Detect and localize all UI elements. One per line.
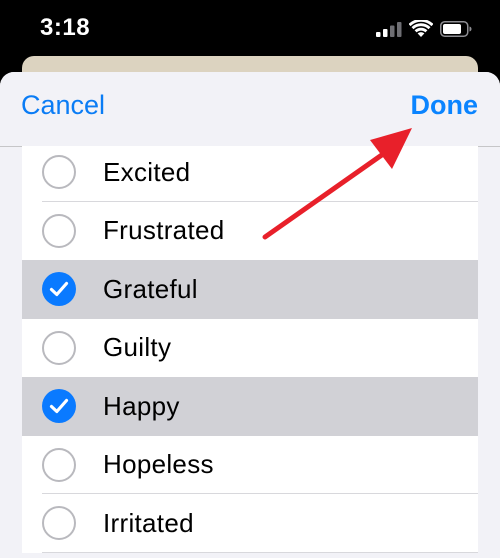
empty-circle-icon[interactable] — [42, 506, 76, 541]
emotion-label: Frustrated — [103, 215, 225, 246]
cellular-signal-icon — [376, 22, 402, 37]
emotion-label: Excited — [103, 156, 191, 187]
done-button[interactable]: Done — [411, 90, 479, 121]
emotion-row-irritated[interactable]: Irritated — [22, 494, 478, 553]
wifi-icon — [409, 20, 433, 37]
emotion-list-viewport[interactable]: Excited Frustrated Grateful Guilty Happy Hope… — [0, 146, 500, 558]
checkmark-circle-icon[interactable] — [42, 389, 76, 424]
battery-icon — [440, 21, 472, 37]
empty-circle-icon[interactable] — [42, 155, 76, 190]
emotion-row-grateful[interactable]: Grateful — [22, 260, 478, 319]
emotion-picker-sheet: Cancel Done Excited Frustrated Grateful Gui… — [0, 72, 500, 558]
emotion-label: Hopeless — [103, 449, 214, 480]
emotion-list: Excited Frustrated Grateful Guilty Happy Hope… — [22, 146, 478, 553]
empty-circle-icon[interactable] — [42, 447, 76, 482]
emotion-row-guilty[interactable]: Guilty — [22, 319, 478, 378]
emotion-row-hopeless[interactable]: Hopeless — [22, 436, 478, 494]
checkmark-circle-icon[interactable] — [42, 272, 76, 307]
emotion-row-frustrated[interactable]: Frustrated — [22, 202, 478, 261]
emotion-label: Grateful — [103, 273, 198, 304]
emotion-label: Happy — [103, 390, 180, 421]
emotion-row-happy[interactable]: Happy — [22, 377, 478, 436]
emotion-label: Irritated — [103, 507, 194, 538]
status-bar: 3:18 — [0, 0, 500, 62]
sheet-header: Cancel Done — [0, 72, 500, 147]
cancel-button[interactable]: Cancel — [21, 90, 105, 121]
emotion-row-excited[interactable]: Excited — [22, 146, 478, 202]
status-icons — [376, 20, 472, 38]
phone-screen: 3:18 Cancel Done Excited Frustrated Grat… — [0, 0, 500, 558]
emotion-label: Guilty — [103, 332, 172, 363]
empty-circle-icon[interactable] — [42, 213, 76, 248]
status-time: 3:18 — [40, 14, 91, 41]
row-separator — [42, 551, 478, 553]
empty-circle-icon[interactable] — [42, 330, 76, 365]
